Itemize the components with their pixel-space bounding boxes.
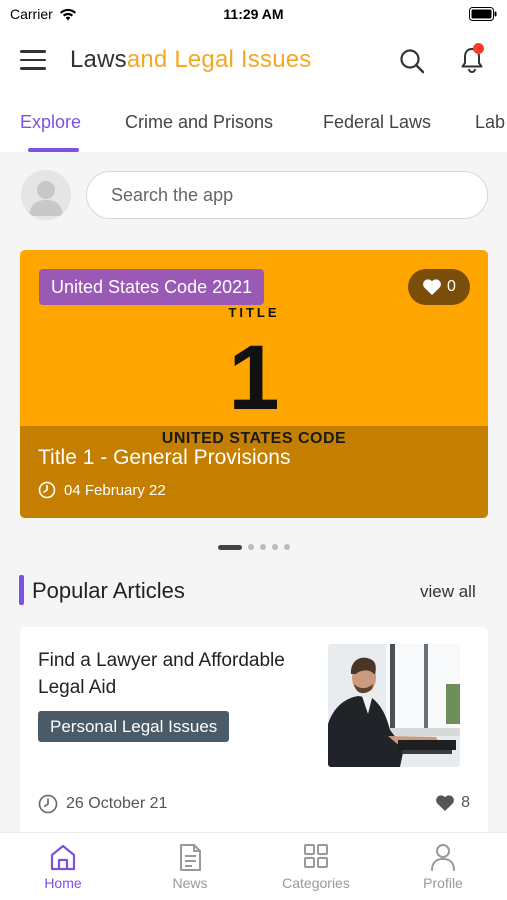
nav-news[interactable]: News [140, 841, 240, 891]
profile-icon [431, 844, 455, 871]
heart-icon [423, 279, 441, 295]
pager-dot[interactable] [248, 544, 254, 550]
pager-dot[interactable] [272, 544, 278, 550]
tab-federal-laws[interactable]: Federal Laws [323, 112, 431, 133]
article-like-count: 8 [461, 794, 470, 811]
article-like-button[interactable]: 8 [435, 794, 470, 812]
search-icon [400, 49, 425, 74]
article-title: Find a Lawyer and Affordable Legal Aid [38, 650, 285, 698]
app-title-part2: and Legal Issues [126, 46, 312, 73]
article-card[interactable]: Find a Lawyer and Affordable Legal Aid P… [20, 627, 488, 837]
clock: 11:29 AM [223, 6, 284, 22]
active-tab-indicator [28, 148, 79, 152]
clock-icon [38, 481, 56, 499]
nav-home[interactable]: Home [13, 841, 113, 891]
battery-icon [469, 7, 497, 21]
lawyer-photo [328, 644, 460, 767]
app-header: Lawsand Legal Issues [0, 30, 507, 92]
like-count: 0 [447, 278, 456, 295]
bottom-navigation: Home News Categories Profile [0, 832, 507, 900]
featured-title: Title 1 - General Provisions [38, 446, 291, 469]
pager-dot[interactable] [284, 544, 290, 550]
status-bar: Carrier 11:29 AM [0, 0, 507, 30]
cover-title-word: TITLE [228, 305, 280, 320]
section-title: Popular Articles [32, 578, 185, 603]
user-placeholder-icon [29, 181, 63, 216]
nav-profile[interactable]: Profile [393, 841, 493, 891]
featured-date-text: 04 February 22 [64, 481, 166, 499]
notifications-button[interactable] [458, 43, 486, 75]
like-button[interactable]: 0 [408, 269, 470, 305]
app-title: Lawsand Legal Issues [70, 46, 312, 74]
view-all-link[interactable]: view all [420, 582, 476, 602]
article-tag[interactable]: Personal Legal Issues [38, 711, 230, 742]
nav-categories[interactable]: Categories [266, 841, 366, 891]
category-tabs: Explore Crime and Prisons Federal Laws L… [0, 92, 507, 152]
article-date: 26 October 21 [38, 794, 167, 814]
heart-icon [436, 795, 454, 811]
clock-icon [38, 794, 58, 814]
menu-icon-line [20, 67, 46, 70]
nav-news-label: News [172, 875, 208, 891]
featured-date: 04 February 22 [38, 481, 166, 499]
categories-icon [304, 844, 328, 868]
featured-article-card[interactable]: TITLE 1 UNITED STATES CODE United States… [20, 250, 488, 518]
carousel-pager[interactable] [218, 544, 290, 550]
search-input[interactable] [87, 172, 487, 218]
nav-profile-label: Profile [423, 875, 463, 891]
category-badge[interactable]: United States Code 2021 [39, 269, 265, 305]
nav-home-label: Home [44, 875, 82, 891]
article-date-text: 26 October 21 [66, 795, 168, 812]
home-icon [50, 844, 76, 871]
app-title-part1: Laws [70, 46, 127, 73]
search-button[interactable] [398, 47, 426, 75]
tab-lab[interactable]: Lab [475, 112, 505, 133]
menu-icon-line [20, 58, 46, 62]
tab-crime-and-prisons[interactable]: Crime and Prisons [125, 112, 273, 133]
pager-dot[interactable] [260, 544, 266, 550]
notification-dot [473, 43, 484, 54]
avatar[interactable] [21, 170, 71, 220]
section-accent-bar [19, 575, 24, 605]
nav-categories-label: Categories [282, 875, 350, 891]
article-image [328, 644, 460, 767]
pager-dot[interactable] [218, 544, 242, 550]
tab-explore[interactable]: Explore [20, 112, 81, 133]
search-field[interactable] [86, 171, 488, 219]
cover-number: 1 [228, 327, 280, 429]
news-icon [180, 844, 201, 871]
hamburger-menu-button[interactable] [20, 46, 50, 74]
menu-icon [20, 50, 46, 53]
